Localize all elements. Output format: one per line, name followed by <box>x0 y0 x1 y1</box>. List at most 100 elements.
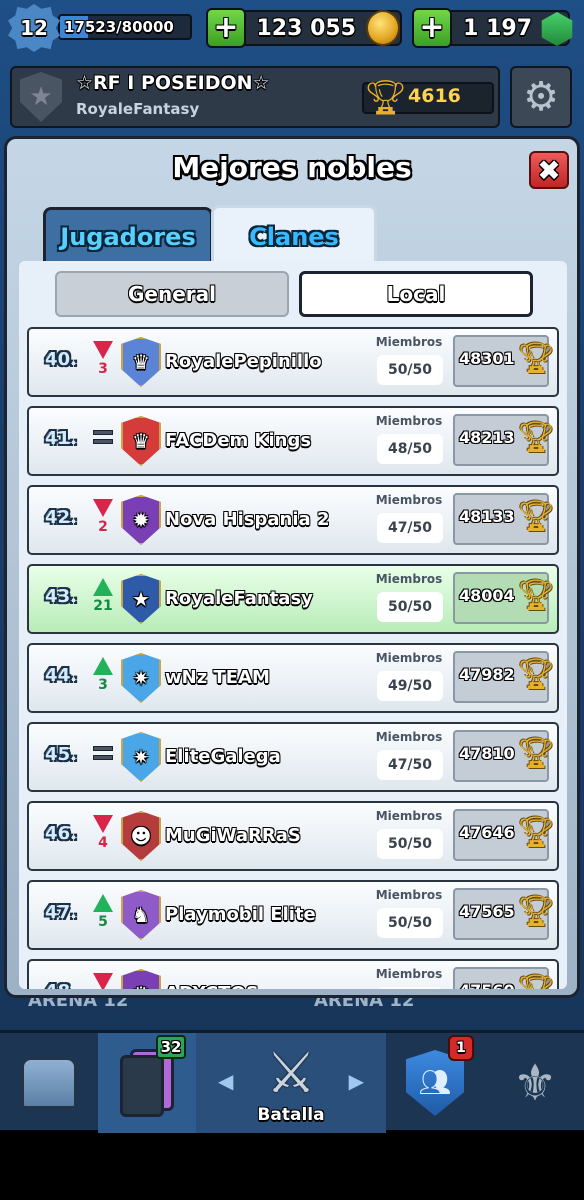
rank-change-number: 3 <box>98 361 108 377</box>
members-label: Miembros <box>375 967 443 981</box>
add-gold-button[interactable]: + <box>206 8 246 48</box>
rank-number: 40. <box>45 349 77 370</box>
trophy-icon: 🏆︎ <box>517 815 556 850</box>
crown-icon: ♛ <box>121 969 161 989</box>
tab-jugadores[interactable]: Jugadores <box>43 207 213 263</box>
clan-trophy-value: 47646 <box>459 823 515 842</box>
clan-trophy-value: 47810 <box>459 744 515 763</box>
rank-change-number: 21 <box>93 598 113 614</box>
nav-events[interactable]: ⚜ <box>486 1033 584 1133</box>
trophy-icon: 🏆︎ <box>517 499 556 534</box>
xp-bar: 17523/80000 <box>58 14 192 40</box>
rank-down-icon <box>89 973 117 989</box>
level-badge[interactable]: 12 <box>8 4 60 52</box>
clan-row[interactable]: 44. 3 ✷ wNz TEAM Miembros 49/50 47982 🏆︎ <box>27 643 559 713</box>
clan-name: FACDem Kings <box>165 430 312 451</box>
clan-row[interactable]: 47. 5 ♞ Playmobil Elite Miembros 50/50 4… <box>27 880 559 950</box>
clan-row[interactable]: 41. ♛ FACDem Kings Miembros 48/50 48213 … <box>27 406 559 476</box>
bottom-navigation: 32 ◀ ⚔ ▶ Batalla 👥︎ 1 ⚜ <box>0 1030 584 1133</box>
gem-amount: 1 197 <box>463 15 532 41</box>
clan-trophies: 47560 🏆︎ <box>453 967 555 989</box>
clan-name: Nova Hispania 2 <box>165 509 330 530</box>
subtab-general-label: General <box>128 282 216 306</box>
clan-name: RoyalePepinillo <box>165 351 322 372</box>
rank-number: 41. <box>45 428 77 449</box>
clan-trophies: 47565 🏆︎ <box>453 888 555 940</box>
rank-number: 45. <box>45 744 77 765</box>
members-label: Miembros <box>375 651 443 665</box>
rank-number: 47. <box>45 902 77 923</box>
clan-trophy-value: 47982 <box>459 665 515 684</box>
clan-trophy-value: 48004 <box>459 586 515 605</box>
gold-amount: 123 055 <box>256 15 356 41</box>
rank-down-icon: 4 <box>89 815 117 861</box>
rank-up-icon: 3 <box>89 657 117 703</box>
clan-row[interactable]: 40. 3 ♛ RoyalePepinillo Miembros 50/50 4… <box>27 327 559 397</box>
clan-trophy-value: 48301 <box>459 349 515 368</box>
members-label: Miembros <box>375 493 443 507</box>
clan-row[interactable]: 46. 4 ☻ MuGiWaRRaS Miembros 50/50 47646 … <box>27 801 559 871</box>
clan-trophy-value: 47565 <box>459 902 515 921</box>
rank-number: 46. <box>45 823 77 844</box>
clan-name: EliteGalega <box>165 746 281 767</box>
clan-trophies: 48213 🏆︎ <box>453 414 555 466</box>
player-name: ☆RF I POSEIDON☆ <box>76 72 270 94</box>
close-button[interactable]: ✖ <box>529 151 569 189</box>
player-trophies: 4616 <box>408 85 461 107</box>
clan-trophies: 48133 🏆︎ <box>453 493 555 545</box>
add-gems-button[interactable]: + <box>412 8 452 48</box>
tab-clanes-label: Clanes <box>249 222 339 251</box>
members-label: Miembros <box>375 730 443 744</box>
goblin-icon: ☻ <box>121 811 161 861</box>
settings-gear-icon[interactable]: ⚙ <box>510 66 572 128</box>
clan-trophy-value: 47560 <box>459 981 515 989</box>
members-count: 50/50 <box>377 592 443 622</box>
subtab-local[interactable]: Local <box>299 271 533 317</box>
rank-number: 44. <box>45 665 77 686</box>
plus-icon: + <box>419 10 445 45</box>
clan-notification-badge: 1 <box>448 1035 474 1061</box>
trophy-icon: 🏆︎ <box>517 420 556 455</box>
knight-icon: ♞ <box>121 890 161 940</box>
xp-text: 17523/80000 <box>64 18 174 36</box>
rank-change-number: 2 <box>98 519 108 535</box>
clan-row[interactable]: 48. ♛ ADYCTOS Miembros 47560 🏆︎ <box>27 959 559 989</box>
resource-bar: 17523/80000 12 123 055 + 1 197 + <box>0 0 584 56</box>
clan-list-panel[interactable]: General Local 40. 3 ♛ RoyalePepinillo Mi… <box>19 261 567 989</box>
plus-icon: + <box>213 10 239 45</box>
trophy-icon: 🏆︎ <box>517 736 556 771</box>
rank-number: 42. <box>45 507 77 528</box>
nav-shop[interactable] <box>0 1033 98 1133</box>
clan-row[interactable]: 43. 21 ★ RoyaleFantasy Miembros 50/50 48… <box>27 564 559 634</box>
members-count: 49/50 <box>377 671 443 701</box>
rank-change-number: 3 <box>98 677 108 693</box>
trophy-icon: 🏆︎ <box>517 973 555 989</box>
clan-row[interactable]: 42. 2 ✹ Nova Hispania 2 Miembros 47/50 4… <box>27 485 559 555</box>
tab-jugadores-label: Jugadores <box>60 222 196 251</box>
rank-unchanged-icon <box>89 420 117 466</box>
modal-title: Mejores nobles <box>172 151 412 184</box>
rank-down-icon: 2 <box>89 499 117 545</box>
tab-clanes[interactable]: Clanes <box>211 205 377 265</box>
close-icon: ✖ <box>537 153 561 187</box>
clan-trophies: 47982 🏆︎ <box>453 651 555 703</box>
snowflake-icon: ✷ <box>121 653 161 703</box>
arrow-right-icon: ▶ <box>348 1069 364 1093</box>
trophy-icon: 🏆︎ <box>517 657 556 692</box>
subtab-general[interactable]: General <box>55 271 289 317</box>
clan-trophies: 47646 🏆︎ <box>453 809 555 861</box>
members-label: Miembros <box>375 809 443 823</box>
gold-coin-icon <box>366 10 400 46</box>
clan-trophy-value: 48133 <box>459 507 515 526</box>
nav-battle[interactable]: ◀ ⚔ ▶ Batalla <box>196 1033 386 1133</box>
subtab-local-label: Local <box>386 282 446 306</box>
snowflake-icon: ✷ <box>121 732 161 782</box>
trophy-icon: 🏆︎ <box>517 341 556 376</box>
members-count: 47/50 <box>377 750 443 780</box>
profile-header[interactable]: ★ ☆RF I POSEIDON☆ RoyaleFantasy 🏆︎ 4616 <box>10 66 500 128</box>
members-label: Miembros <box>375 572 443 586</box>
starburst-icon: ✹ <box>121 495 161 545</box>
clan-row[interactable]: 45. ✷ EliteGalega Miembros 47/50 47810 🏆… <box>27 722 559 792</box>
clan-trophy-value: 48213 <box>459 428 515 447</box>
rank-change-number: 5 <box>98 914 108 930</box>
